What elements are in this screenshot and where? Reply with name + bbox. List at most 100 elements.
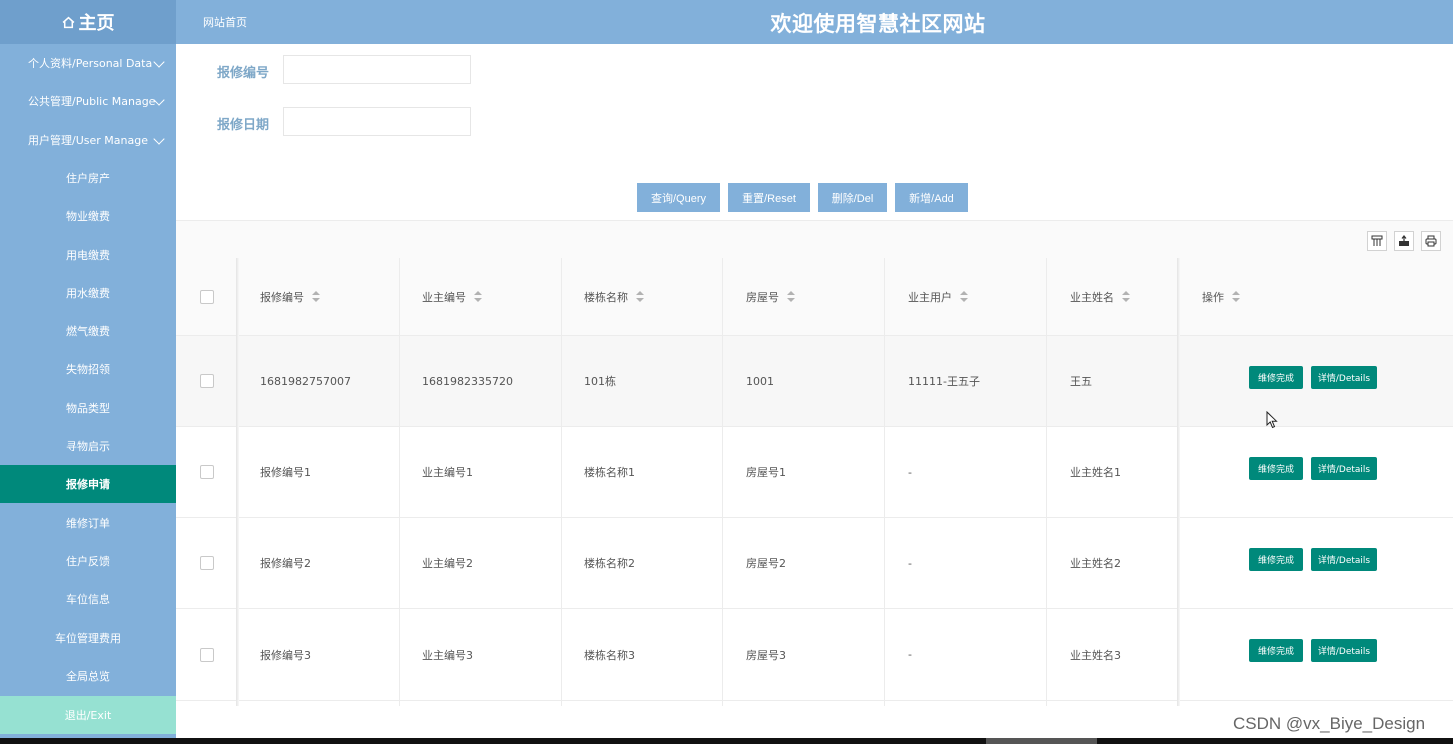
details-button[interactable]: 详情/Details [1311,548,1377,571]
sort-icon[interactable] [1122,291,1130,302]
row-checkbox[interactable] [200,336,214,426]
cell-room: 房屋号3 [746,648,786,662]
cell-owner-user: 11111-王五子 [908,375,980,388]
cell-owner-user: - [908,465,912,479]
repair-complete-button[interactable]: 维修完成 [1249,457,1303,480]
details-button[interactable]: 详情/Details [1311,639,1377,662]
taskbar-segment [986,738,1097,744]
print-icon[interactable] [1421,231,1441,251]
cell-owner-user: - [908,648,912,661]
table-row[interactable]: 报修编号2 业主编号2 楼栋名称2 房屋号2 - 业主姓名2 维修完成 详情/D… [176,518,1453,609]
delete-button[interactable]: 删除/Del [818,183,887,212]
sidebar-item-lost-found[interactable]: 失物招领 [0,350,176,388]
sidebar-item-item-type[interactable]: 物品类型 [0,389,176,427]
sidebar-item-lost-notice[interactable]: 寻物启示 [0,427,176,465]
row-checkbox[interactable] [200,427,214,517]
cell-building: 楼栋名称1 [584,466,635,479]
column-header-repair-no[interactable]: 报修编号 [260,258,320,335]
add-button[interactable]: 新增/Add [895,183,968,212]
sidebar-item-parking-info[interactable]: 车位信息 [0,580,176,618]
sidebar-item-label: 寻物启示 [66,440,110,453]
repair-complete-button[interactable]: 维修完成 [1249,366,1303,389]
sidebar-item-property-fee[interactable]: 物业缴费 [0,197,176,235]
sidebar-item-label: 维修订单 [66,517,110,530]
sidebar-item-label: 住户房产 [66,172,110,185]
repair-no-input[interactable] [283,55,471,84]
reset-button[interactable]: 重置/Reset [728,183,810,212]
details-button[interactable]: 详情/Details [1311,366,1377,389]
column-divider [1177,258,1180,706]
sort-icon[interactable] [960,291,968,302]
sort-icon[interactable] [312,291,320,302]
repair-complete-button[interactable]: 维修完成 [1249,639,1303,662]
sidebar-item-exit[interactable]: 退出/Exit [0,696,176,734]
sidebar-item-label: 住户反馈 [66,555,110,568]
cell-room: 房屋号1 [746,466,786,479]
table-header-row: 报修编号 业主编号 楼栋名称 房屋号 业主用户 业主姓名 操作 [176,258,1453,336]
cell-room: 1001 [746,374,774,388]
cell-owner-no: 业主编号2 [422,557,473,570]
sidebar-item-resident-property[interactable]: 住户房产 [0,159,176,197]
cell-room: 房屋号2 [746,557,786,570]
cell-building: 101栋 [584,375,616,388]
sort-icon[interactable] [474,291,482,302]
breadcrumb[interactable]: 网站首页 [203,14,247,30]
sidebar-item-repair-order[interactable]: 维修订单 [0,504,176,542]
repair-complete-button[interactable]: 维修完成 [1249,548,1303,571]
column-header-room[interactable]: 房屋号 [746,258,795,335]
column-header-actions[interactable]: 操作 [1202,258,1240,335]
sidebar-item-gas-fee[interactable]: 燃气缴费 [0,312,176,350]
column-divider [399,258,400,706]
home-label: 主页 [78,13,115,34]
cell-owner-name: 王五 [1070,375,1092,388]
column-divider [1046,258,1047,706]
column-header-building[interactable]: 楼栋名称 [584,258,644,335]
sort-icon[interactable] [787,291,795,302]
sort-icon[interactable] [1232,291,1240,302]
sidebar-item-label: 用电缴费 [66,249,110,262]
column-header-owner-no[interactable]: 业主编号 [422,258,482,335]
sidebar-item-personal-data[interactable]: 个人资料/Personal Data [0,44,176,82]
sidebar-item-overview[interactable]: 全局总览 [0,657,176,695]
sidebar-item-label: 物业缴费 [66,210,110,223]
cell-repair-no: 报修编号2 [260,557,311,570]
sidebar-item-resident-feedback[interactable]: 住户反馈 [0,542,176,580]
home-link[interactable]: 主页 [0,0,176,44]
cell-owner-name: 业主姓名3 [1070,648,1121,662]
repair-date-label: 报修日期 [217,118,270,133]
table-row[interactable]: 报修编号3 业主编号3 楼栋名称3 房屋号3 - 业主姓名3 维修完成 详情/D… [176,609,1453,701]
table-row[interactable]: 1681982757007 1681982335720 101栋 1001 11… [176,336,1453,427]
cell-owner-user: - [908,556,912,570]
sidebar-item-electricity-fee[interactable]: 用电缴费 [0,236,176,274]
sidebar-item-label: 燃气缴费 [66,325,110,338]
sidebar-item-public-manage[interactable]: 公共管理/Public Manage [0,82,176,120]
sort-icon[interactable] [636,291,644,302]
query-button[interactable]: 查询/Query [637,183,720,212]
column-divider [236,258,239,706]
page-title: 欢迎使用智慧社区网站 [770,12,986,36]
details-button[interactable]: 详情/Details [1311,457,1377,480]
sidebar-item-user-manage[interactable]: 用户管理/User Manage [0,121,176,159]
sidebar-item-parking-fee[interactable]: 车位管理费用 [0,619,176,657]
sidebar-item-repair-request[interactable]: 报修申请 [0,465,176,503]
watermark: CSDN @vx_Biye_Design [1233,714,1426,733]
repair-date-input[interactable] [283,107,471,136]
columns-filter-icon[interactable] [1367,231,1387,251]
cell-building: 楼栋名称3 [584,648,635,662]
chevron-down-icon [153,56,165,68]
column-header-owner-user[interactable]: 业主用户 [908,258,968,335]
column-header-owner-name[interactable]: 业主姓名 [1070,258,1130,335]
cell-owner-name: 业主姓名1 [1070,466,1121,479]
chevron-down-icon [153,133,165,145]
cell-owner-no: 业主编号1 [422,466,473,479]
select-all-checkbox[interactable] [200,258,214,335]
cell-owner-no: 业主编号3 [422,648,473,662]
row-checkbox[interactable] [200,518,214,608]
taskbar-strip [0,738,1453,744]
table-row[interactable]: 报修编号1 业主编号1 楼栋名称1 房屋号1 - 业主姓名1 维修完成 详情/D… [176,427,1453,518]
export-icon[interactable] [1394,231,1414,251]
row-checkbox[interactable] [200,609,214,700]
sidebar-item-water-fee[interactable]: 用水缴费 [0,274,176,312]
sidebar-item-label: 车位管理费用 [55,632,121,645]
repair-no-label: 报修编号 [217,66,270,81]
